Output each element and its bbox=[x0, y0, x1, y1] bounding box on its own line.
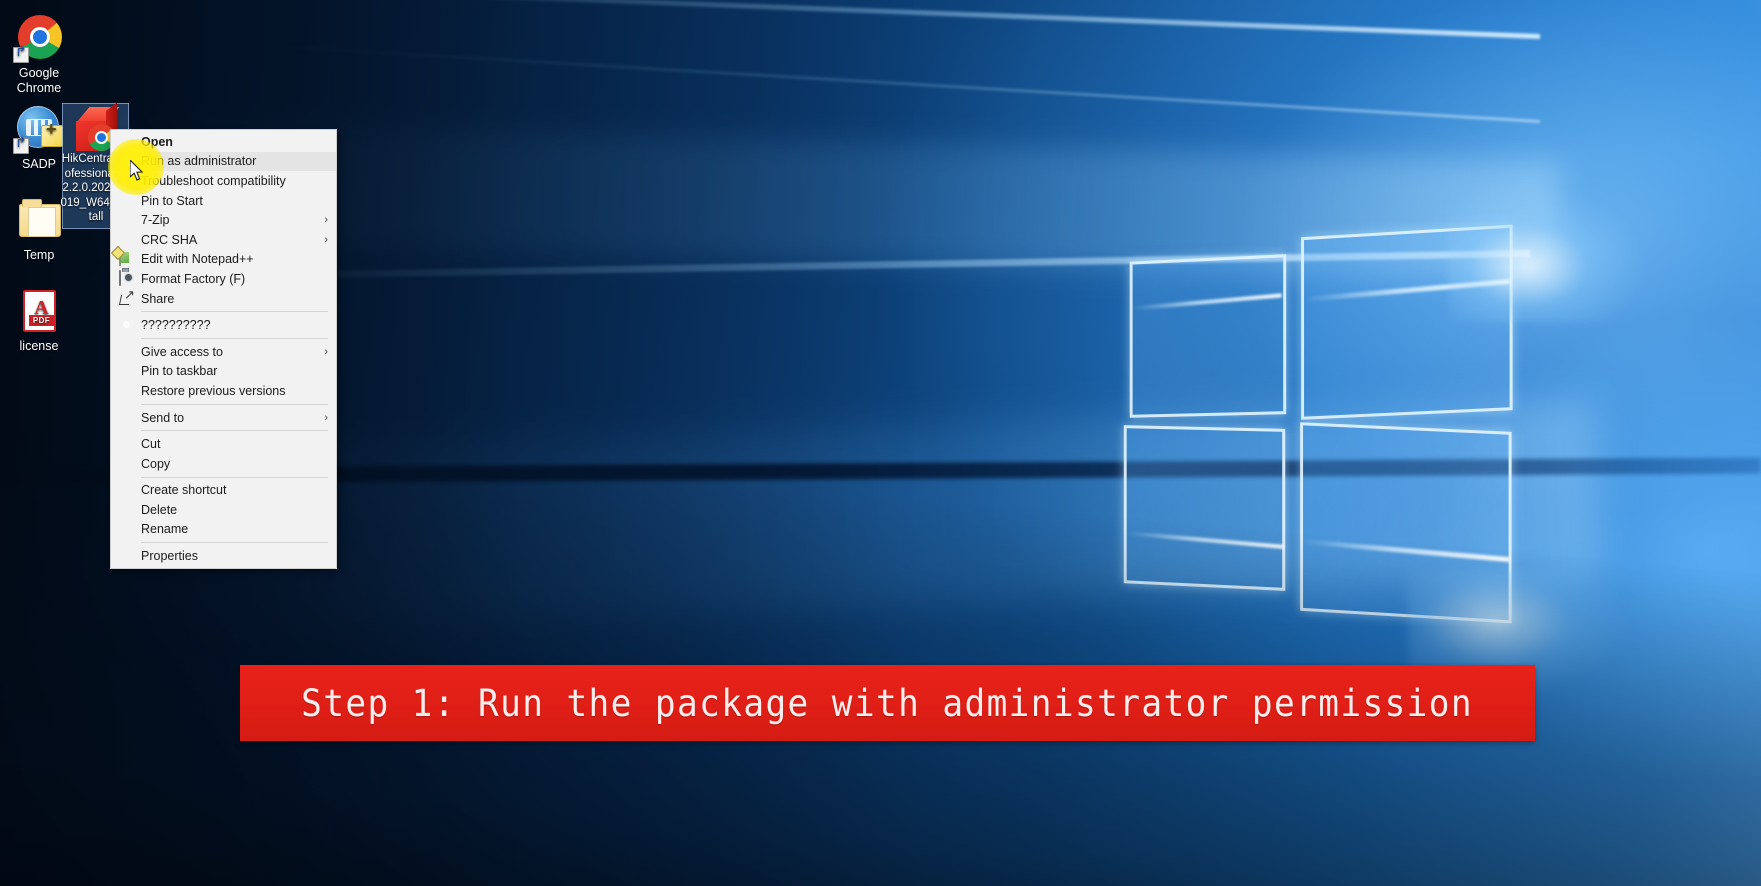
desktop-icon-license[interactable]: A PDF license bbox=[0, 287, 78, 354]
context-menu-item-copy[interactable]: Copy bbox=[111, 454, 336, 474]
shortcut-badge-icon bbox=[13, 138, 29, 154]
context-menu-item-rename[interactable]: Rename bbox=[111, 520, 336, 540]
context-menu-item-label: Restore previous versions bbox=[141, 383, 286, 398]
context-menu-item-share[interactable]: Share bbox=[111, 289, 336, 309]
format-factory-icon bbox=[119, 269, 135, 287]
context-menu-item-crc-sha[interactable]: CRC SHA › bbox=[111, 230, 336, 250]
context-menu-separator bbox=[141, 311, 328, 313]
folder-icon bbox=[15, 196, 63, 244]
context-menu-item-format-factory[interactable]: Format Factory (F) bbox=[111, 269, 336, 289]
pie-icon bbox=[119, 317, 135, 333]
context-menu-item-label: CRC SHA bbox=[141, 232, 198, 247]
desktop-icon-label: license bbox=[19, 339, 59, 353]
context-menu-item-properties[interactable]: Properties bbox=[111, 546, 336, 566]
context-menu-item-label: ?????????? bbox=[141, 318, 211, 333]
context-menu-item-label: Create shortcut bbox=[141, 483, 227, 498]
share-icon bbox=[119, 291, 135, 307]
desktop[interactable]: Google Chrome SADP Temp A PDF license bbox=[0, 0, 1761, 886]
context-menu-item-label: Cut bbox=[141, 437, 161, 452]
uac-shield-icon bbox=[119, 153, 135, 169]
context-menu-item-pin-to-start[interactable]: Pin to Start bbox=[111, 191, 336, 211]
context-menu-item-label: Pin to taskbar bbox=[141, 364, 218, 379]
context-menu-item-label: Give access to bbox=[141, 344, 223, 359]
context-menu-item-give-access-to[interactable]: Give access to › bbox=[111, 342, 336, 362]
sadp-icon bbox=[13, 105, 63, 154]
context-menu-item-edit-with-notepad-plus-plus[interactable]: Edit with Notepad++ bbox=[111, 250, 336, 270]
context-menu-item-create-shortcut[interactable]: Create shortcut bbox=[111, 481, 336, 501]
chevron-right-icon: › bbox=[324, 411, 328, 424]
context-menu-separator bbox=[141, 476, 328, 478]
context-menu-item-label: Troubleshoot compatibility bbox=[141, 173, 286, 188]
context-menu-item-label: Rename bbox=[141, 522, 189, 537]
context-menu-item-open[interactable]: Open bbox=[111, 132, 336, 152]
context-menu-item-run-as-administrator[interactable]: Run as administrator bbox=[111, 151, 336, 172]
context-menu-item-label: 7-Zip bbox=[141, 213, 170, 228]
desktop-icon-label: Google Chrome bbox=[16, 66, 62, 95]
context-menu-item-label: Share bbox=[141, 291, 175, 306]
shortcut-badge-icon bbox=[13, 47, 29, 63]
chrome-icon bbox=[13, 14, 63, 63]
context-menu-item-label: Run as administrator bbox=[141, 154, 257, 169]
desktop-icon-label: Temp bbox=[23, 248, 55, 262]
desktop-icon-google-chrome[interactable]: Google Chrome bbox=[0, 14, 78, 96]
context-menu-separator bbox=[141, 403, 328, 405]
chevron-right-icon: › bbox=[324, 345, 328, 358]
context-menu-separator bbox=[141, 430, 328, 432]
context-menu-item-label: Open bbox=[141, 134, 173, 149]
context-menu-item-unknown-cjk-entry[interactable]: ?????????? bbox=[111, 315, 336, 335]
context-menu-item-label: Pin to Start bbox=[141, 193, 203, 208]
chevron-right-icon: › bbox=[324, 233, 328, 246]
context-menu-item-cut[interactable]: Cut bbox=[111, 434, 336, 454]
context-menu-item-label: Format Factory (F) bbox=[141, 271, 246, 286]
context-menu-item-label: Properties bbox=[141, 549, 198, 564]
context-menu-item-label: Copy bbox=[141, 456, 171, 471]
chevron-right-icon: › bbox=[324, 214, 328, 227]
context-menu-item-label: Send to bbox=[141, 410, 185, 425]
file-context-menu[interactable]: Open Run as administrator Troubleshoot com… bbox=[110, 129, 337, 569]
context-menu-item-pin-to-taskbar[interactable]: Pin to taskbar bbox=[111, 362, 336, 382]
context-menu-item-troubleshoot-compatibility[interactable]: Troubleshoot compatibility bbox=[111, 171, 336, 191]
context-menu-item-label: Edit with Notepad++ bbox=[141, 252, 254, 267]
context-menu-separator bbox=[141, 337, 328, 339]
context-menu-item-restore-previous-versions[interactable]: Restore previous versions bbox=[111, 381, 336, 401]
instruction-banner-text: Step 1: Run the package with administrat… bbox=[301, 681, 1474, 725]
context-menu-item-send-to[interactable]: Send to › bbox=[111, 408, 336, 428]
pdf-icon: A PDF bbox=[15, 287, 63, 335]
notepadpp-icon bbox=[119, 250, 135, 267]
context-menu-item-7-zip[interactable]: 7-Zip › bbox=[111, 210, 336, 230]
context-menu-item-delete[interactable]: Delete bbox=[111, 500, 336, 520]
context-menu-separator bbox=[141, 542, 328, 544]
instruction-banner: Step 1: Run the package with administrat… bbox=[240, 665, 1535, 741]
context-menu-item-label: Delete bbox=[141, 502, 178, 517]
